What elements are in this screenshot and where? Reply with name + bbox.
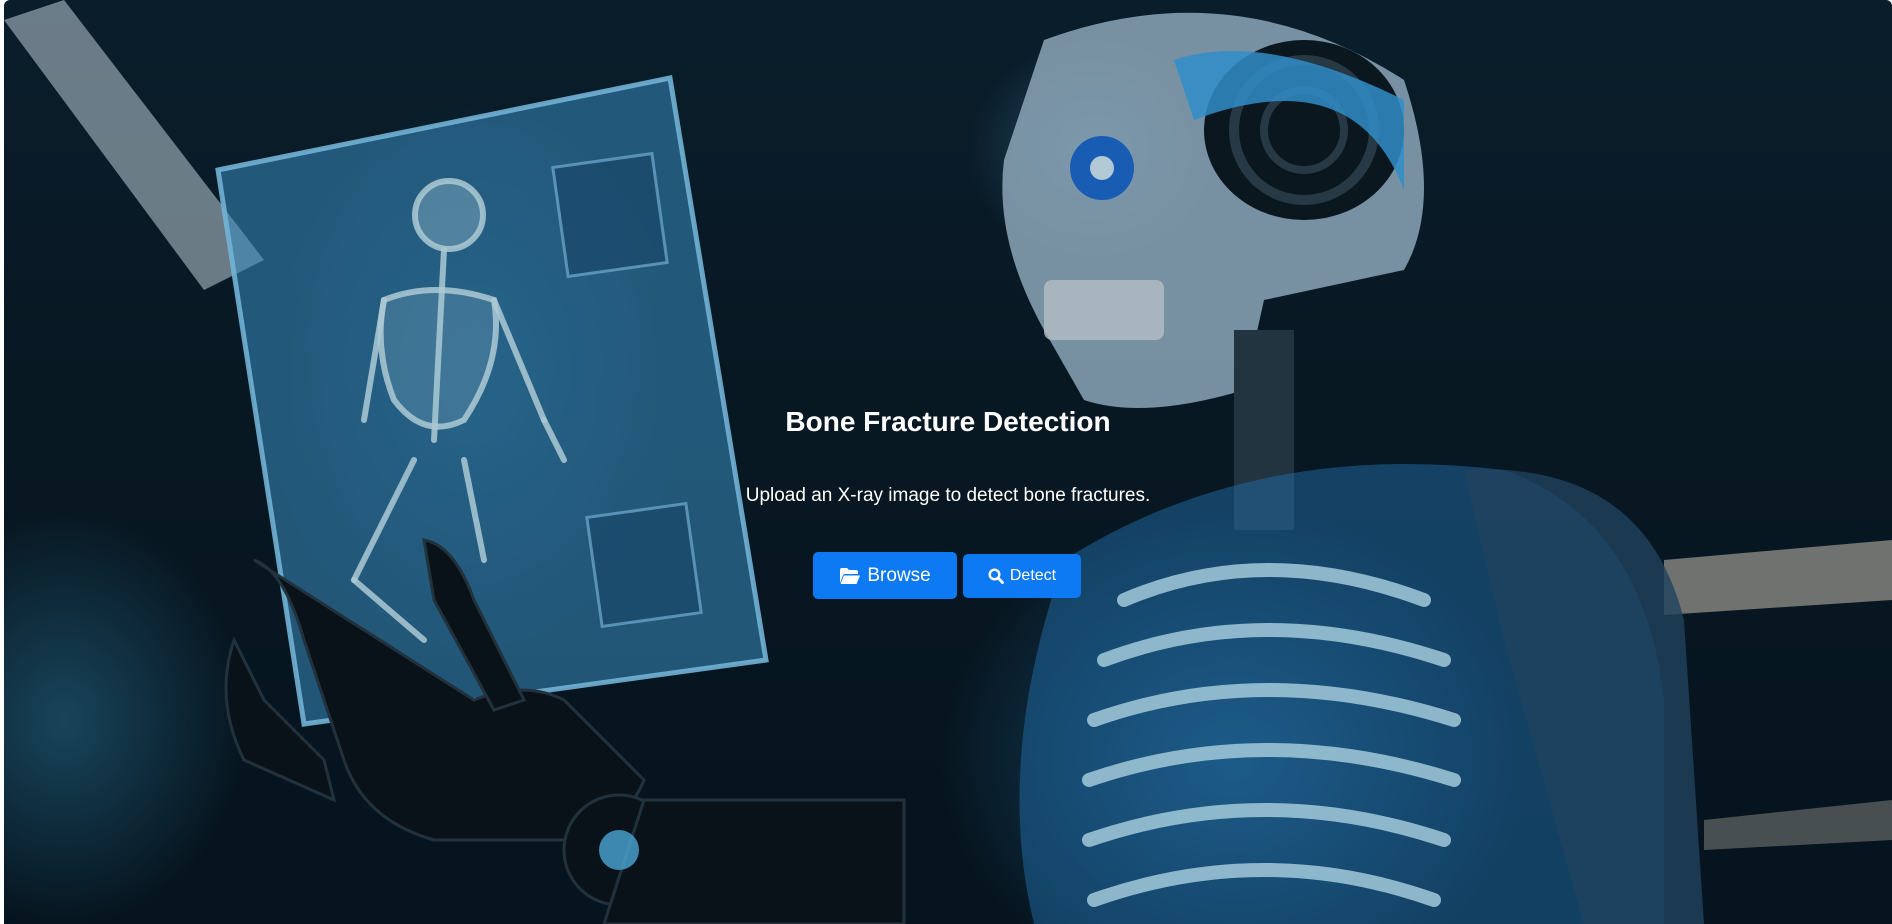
browse-button[interactable]: Browse <box>813 552 957 599</box>
detect-button[interactable]: Detect <box>963 553 1081 598</box>
page-subtitle: Upload an X-ray image to detect bone fra… <box>745 485 1151 506</box>
app-frame: Bone Fracture Detection Upload an X-ray … <box>4 0 1892 924</box>
browse-button-label: Browse <box>867 564 931 586</box>
folder-open-icon <box>839 567 861 585</box>
action-bar: Browse Detect <box>4 552 1892 599</box>
detect-button-label: Detect <box>1009 566 1057 584</box>
search-icon <box>988 567 1004 584</box>
hero-content: Bone Fracture Detection Upload an X-ray … <box>4 0 1892 924</box>
page-title: Bone Fracture Detection <box>785 406 1111 437</box>
